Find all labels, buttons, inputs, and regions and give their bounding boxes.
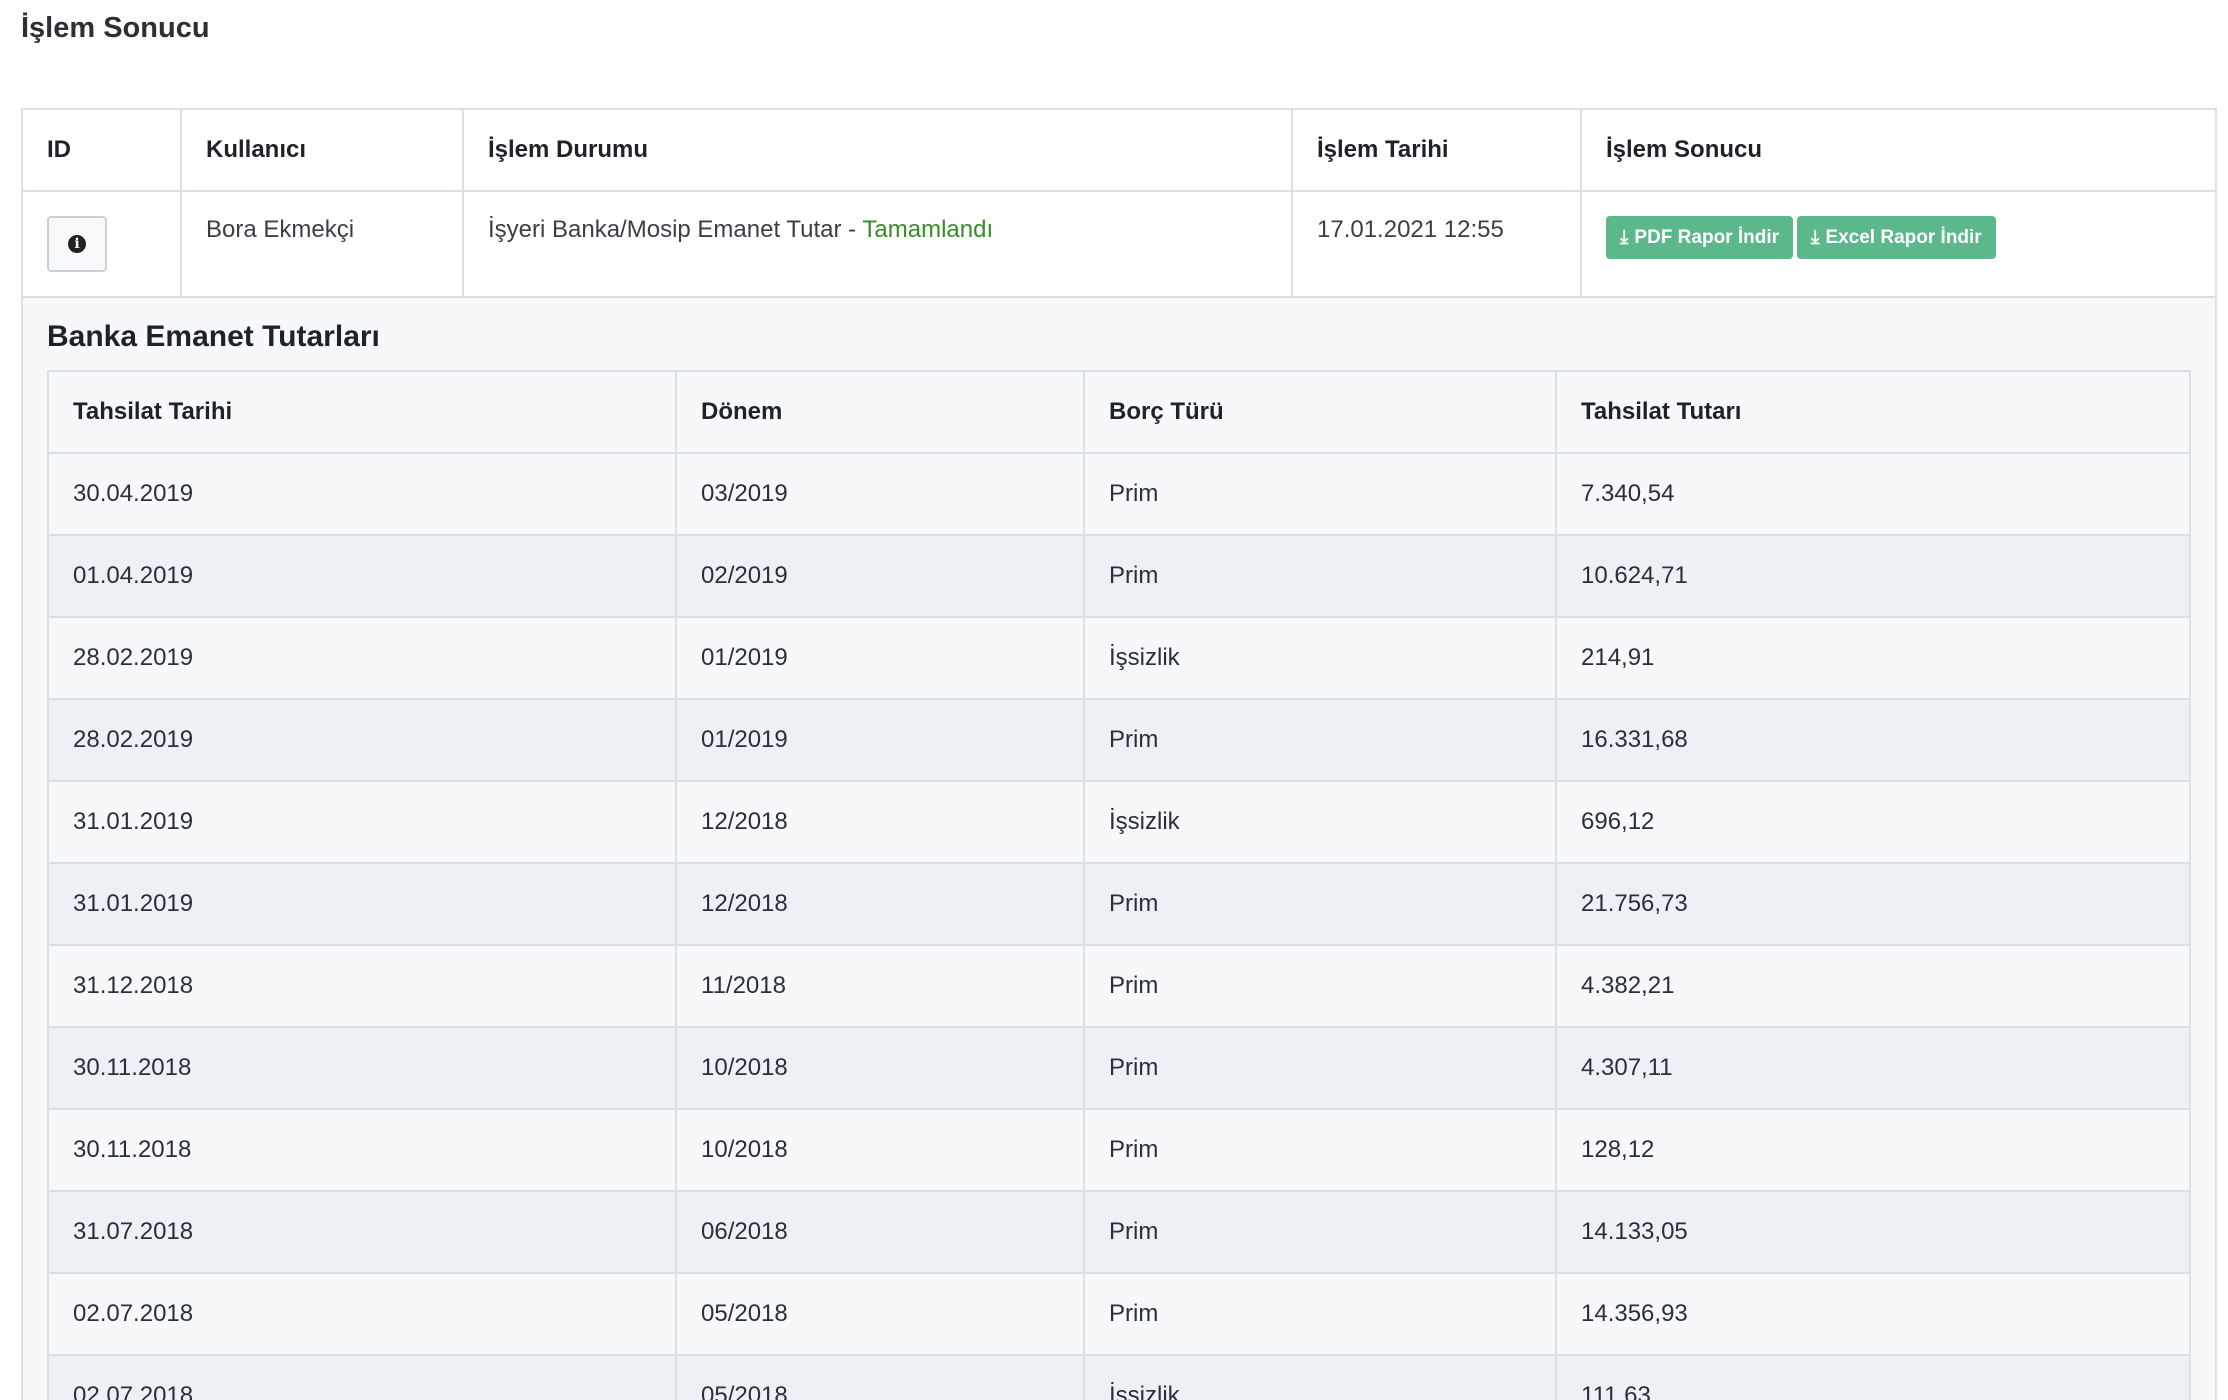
results-table: ID Kullanıcı İşlem Durumu İşlem Tarihi İ… xyxy=(21,108,2217,1400)
column-header-status: İşlem Durumu xyxy=(462,108,1293,192)
debt-type-cell: İşsizlik xyxy=(1083,616,1557,700)
page-title: İşlem Sonucu xyxy=(21,12,210,44)
table-row: 31.12.2018 11/2018 Prim 4.382,21 xyxy=(47,944,2191,1028)
amount-cell: 4.307,11 xyxy=(1555,1026,2191,1110)
results-header-row: ID Kullanıcı İşlem Durumu İşlem Tarihi İ… xyxy=(21,108,2217,192)
amount-cell: 4.382,21 xyxy=(1555,944,2191,1028)
column-header-id: ID xyxy=(21,108,182,192)
period-cell: 01/2019 xyxy=(675,616,1085,700)
collection-date-cell: 31.01.2019 xyxy=(47,862,677,946)
deposit-table-body: 30.04.2019 03/2019 Prim 7.340,54 01.04.2019 0… xyxy=(47,452,2191,1400)
download-icon: ⤓ xyxy=(1620,226,1629,248)
user-cell: Bora Ekmekçi xyxy=(180,190,464,298)
collection-date-cell: 31.07.2018 xyxy=(47,1190,677,1274)
amount-cell: 214,91 xyxy=(1555,616,2191,700)
collection-date-cell: 01.04.2019 xyxy=(47,534,677,618)
collection-date-cell: 31.12.2018 xyxy=(47,944,677,1028)
amount-cell: 16.331,68 xyxy=(1555,698,2191,782)
page: İşlem Sonucu ID Kullanıcı İşlem Durumu İ… xyxy=(0,0,2228,1400)
debt-type-cell: Prim xyxy=(1083,698,1557,782)
period-cell: 01/2019 xyxy=(675,698,1085,782)
collection-date-cell: 28.02.2019 xyxy=(47,698,677,782)
period-cell: 03/2019 xyxy=(675,452,1085,536)
column-header-period: Dönem xyxy=(675,370,1085,454)
column-header-date: İşlem Tarihi xyxy=(1291,108,1582,192)
amount-cell: 696,12 xyxy=(1555,780,2191,864)
pdf-report-label: PDF Rapor İndir xyxy=(1634,227,1780,248)
collection-date-cell: 30.11.2018 xyxy=(47,1108,677,1192)
bank-deposit-table: Tahsilat Tarihi Dönem Borç Türü Tahsilat… xyxy=(47,370,2191,1400)
debt-type-cell: Prim xyxy=(1083,1190,1557,1274)
debt-type-cell: Prim xyxy=(1083,944,1557,1028)
pdf-report-download-button[interactable]: ⤓ PDF Rapor İndir xyxy=(1606,216,1794,259)
table-row: 30.11.2018 10/2018 Prim 4.307,11 xyxy=(47,1026,2191,1110)
period-cell: 05/2018 xyxy=(675,1354,1085,1400)
period-cell: 02/2019 xyxy=(675,534,1085,618)
status-text: İşyeri Banka/Mosip Emanet Tutar - xyxy=(488,216,863,243)
collection-date-cell: 02.07.2018 xyxy=(47,1354,677,1400)
column-header-debt-type: Borç Türü xyxy=(1083,370,1557,454)
debt-type-cell: Prim xyxy=(1083,862,1557,946)
amount-cell: 14.133,05 xyxy=(1555,1190,2191,1274)
amount-cell: 7.340,54 xyxy=(1555,452,2191,536)
period-cell: 11/2018 xyxy=(675,944,1085,1028)
table-row: 31.01.2019 12/2018 İşsizlik 696,12 xyxy=(47,780,2191,864)
table-row: 30.11.2018 10/2018 Prim 128,12 xyxy=(47,1108,2191,1192)
deposit-header-row: Tahsilat Tarihi Dönem Borç Türü Tahsilat… xyxy=(47,370,2191,454)
column-header-result: İşlem Sonucu xyxy=(1580,108,2217,192)
excel-report-download-button[interactable]: ⤓ Excel Rapor İndir xyxy=(1797,216,1996,259)
period-cell: 10/2018 xyxy=(675,1026,1085,1110)
debt-type-cell: Prim xyxy=(1083,1026,1557,1110)
period-cell: 05/2018 xyxy=(675,1272,1085,1356)
debt-type-cell: Prim xyxy=(1083,534,1557,618)
detail-row: Banka Emanet Tutarları Tahsilat Tarihi D… xyxy=(21,296,2217,1400)
debt-type-cell: İşsizlik xyxy=(1083,1354,1557,1400)
collection-date-cell: 30.04.2019 xyxy=(47,452,677,536)
debt-type-cell: Prim xyxy=(1083,1272,1557,1356)
status-cell: İşyeri Banka/Mosip Emanet Tutar - Tamaml… xyxy=(462,190,1293,298)
period-cell: 12/2018 xyxy=(675,780,1085,864)
table-row: 28.02.2019 01/2019 Prim 16.331,68 xyxy=(47,698,2191,782)
column-header-collection-date: Tahsilat Tarihi xyxy=(47,370,677,454)
table-row: 31.07.2018 06/2018 Prim 14.133,05 xyxy=(47,1190,2191,1274)
debt-type-cell: Prim xyxy=(1083,452,1557,536)
table-row: 30.04.2019 03/2019 Prim 7.340,54 xyxy=(47,452,2191,536)
actions-cell: ⤓ PDF Rapor İndir ⤓ Excel Rapor İndir xyxy=(1580,190,2217,298)
debt-type-cell: İşsizlik xyxy=(1083,780,1557,864)
table-row: 02.07.2018 05/2018 İşsizlik 111,63 xyxy=(47,1354,2191,1400)
detail-panel: Banka Emanet Tutarları Tahsilat Tarihi D… xyxy=(21,296,2217,1400)
collection-date-cell: 28.02.2019 xyxy=(47,616,677,700)
collection-date-cell: 02.07.2018 xyxy=(47,1272,677,1356)
amount-cell: 10.624,71 xyxy=(1555,534,2191,618)
collection-date-cell: 31.01.2019 xyxy=(47,780,677,864)
debt-type-cell: Prim xyxy=(1083,1108,1557,1192)
status-badge: Tamamlandı xyxy=(862,216,994,243)
detail-title: Banka Emanet Tutarları xyxy=(47,320,380,353)
date-cell: 17.01.2021 12:55 xyxy=(1291,190,1582,298)
table-row: 02.07.2018 05/2018 Prim 14.356,93 xyxy=(47,1272,2191,1356)
info-circle-icon: i xyxy=(68,235,86,253)
collection-date-cell: 30.11.2018 xyxy=(47,1026,677,1110)
result-row: i Bora Ekmekçi İşyeri Banka/Mosip Emanet… xyxy=(21,190,2217,298)
table-row: 28.02.2019 01/2019 İşsizlik 214,91 xyxy=(47,616,2191,700)
excel-report-label: Excel Rapor İndir xyxy=(1825,227,1982,248)
amount-cell: 14.356,93 xyxy=(1555,1272,2191,1356)
table-row: 01.04.2019 02/2019 Prim 10.624,71 xyxy=(47,534,2191,618)
column-header-amount: Tahsilat Tutarı xyxy=(1555,370,2191,454)
period-cell: 12/2018 xyxy=(675,862,1085,946)
info-button[interactable]: i xyxy=(47,216,107,272)
id-cell: i xyxy=(21,190,182,298)
amount-cell: 21.756,73 xyxy=(1555,862,2191,946)
table-row: 31.01.2019 12/2018 Prim 21.756,73 xyxy=(47,862,2191,946)
period-cell: 10/2018 xyxy=(675,1108,1085,1192)
period-cell: 06/2018 xyxy=(675,1190,1085,1274)
column-header-user: Kullanıcı xyxy=(180,108,464,192)
amount-cell: 128,12 xyxy=(1555,1108,2191,1192)
download-icon: ⤓ xyxy=(1811,226,1820,248)
amount-cell: 111,63 xyxy=(1555,1354,2191,1400)
